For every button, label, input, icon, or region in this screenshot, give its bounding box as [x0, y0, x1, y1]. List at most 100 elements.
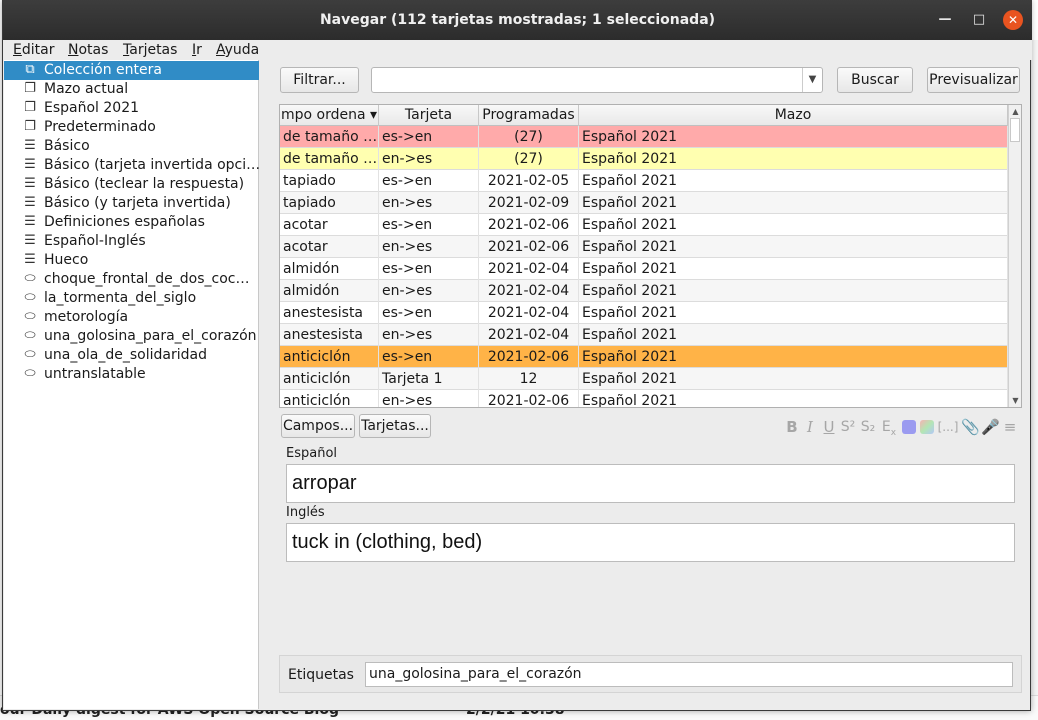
sidebar-item[interactable]: ❐ Español 2021: [4, 99, 259, 118]
sidebar-item-label: Definiciones españolas: [44, 214, 205, 230]
superscript-icon[interactable]: S²: [839, 416, 857, 438]
cards-button[interactable]: Tarjetas...: [359, 414, 431, 438]
note-type-icon: ☰: [24, 233, 36, 248]
sidebar-item[interactable]: ❐ Predeterminado: [4, 118, 259, 137]
tag-icon: ⬭: [24, 309, 36, 324]
sidebar-item-label: Español 2021: [44, 100, 140, 116]
vertical-scrollbar[interactable]: ▲ ▼: [1008, 105, 1021, 407]
bold-icon[interactable]: B: [783, 416, 801, 438]
table-row[interactable]: anestesista en->es 2021-02-04 Español 2021: [280, 324, 1008, 346]
sidebar-item[interactable]: ☰ Español-Inglés: [4, 232, 259, 251]
filter-button[interactable]: Filtrar...: [280, 67, 359, 93]
note-editor: Español arropar Inglés tuck in (clothing…: [279, 442, 1022, 652]
preview-button[interactable]: Previsualizar: [927, 67, 1020, 93]
search-input[interactable]: ▼: [371, 67, 823, 93]
table-row[interactable]: acotar es->en 2021-02-06 Español 2021: [280, 214, 1008, 236]
sidebar-item[interactable]: ⬭ una_ola_de_solidaridad: [4, 346, 259, 365]
table-row[interactable]: anestesista es->en 2021-02-04 Español 2021: [280, 302, 1008, 324]
underline-icon[interactable]: U: [821, 416, 837, 438]
menu-1[interactable]: Notas: [68, 42, 108, 58]
table-cell: anestesista: [280, 302, 379, 324]
column-header[interactable]: mpo ordena ▾: [280, 105, 379, 126]
menu-2[interactable]: Tarjetas: [123, 42, 177, 58]
search-button[interactable]: Buscar: [837, 67, 913, 93]
sidebar-item[interactable]: ⬭ una_golosina_para_el_corazón: [4, 327, 259, 346]
sidebar-item[interactable]: ☰ Básico: [4, 137, 259, 156]
column-header[interactable]: Tarjeta: [379, 105, 479, 126]
note-type-icon: ☰: [24, 138, 36, 153]
scroll-up-icon[interactable]: ▲: [1009, 105, 1021, 118]
sidebar-item[interactable]: ⬭ metorología: [4, 308, 259, 327]
cloze-icon[interactable]: [...]: [937, 416, 959, 438]
table-cell: 2021-02-06: [479, 390, 579, 407]
table-cell: (27): [479, 148, 579, 170]
table-header: mpo ordena ▾ Tarjeta Programadas Mazo: [280, 105, 1008, 126]
chevron-down-icon[interactable]: ▼: [802, 68, 822, 92]
menu-4[interactable]: Ayuda: [216, 42, 259, 58]
sidebar-item[interactable]: ☰ Básico (y tarjeta invertida): [4, 194, 259, 213]
table-row[interactable]: anticiclón es->en 2021-02-06 Español 2021: [280, 346, 1008, 368]
field-espanol[interactable]: arropar: [286, 464, 1015, 503]
minimize-button[interactable]: —: [935, 10, 955, 30]
sidebar-item[interactable]: ☰ Definiciones españolas: [4, 213, 259, 232]
italic-icon[interactable]: I: [803, 416, 817, 438]
scroll-down-icon[interactable]: ▼: [1009, 394, 1021, 407]
table-cell: Español 2021: [579, 170, 1008, 192]
table-cell: Español 2021: [579, 346, 1008, 368]
column-header[interactable]: Mazo: [579, 105, 1008, 126]
sidebar-item[interactable]: ⬭ untranslatable: [4, 365, 259, 384]
fields-button[interactable]: Campos...: [281, 414, 355, 438]
attach-icon[interactable]: 📎: [961, 416, 980, 438]
sidebar-item[interactable]: ☰ Hueco: [4, 251, 259, 270]
sidebar-item[interactable]: ⧉ Colección entera: [4, 61, 259, 80]
menu-0[interactable]: Editar: [13, 42, 54, 58]
close-button[interactable]: ✕: [1003, 10, 1023, 30]
sidebar-item[interactable]: ⬭ la_tormenta_del_siglo: [4, 289, 259, 308]
sidebar-item[interactable]: ⬭ choque_frontal_de_dos_coc…: [4, 270, 259, 289]
record-audio-icon[interactable]: 🎤: [981, 416, 1000, 438]
table-cell: anticiclón: [280, 346, 379, 368]
sidebar-item-label: Español-Inglés: [44, 233, 146, 249]
deck-icon: ❐: [24, 81, 36, 96]
table-cell: en->es: [379, 148, 479, 170]
menu-3[interactable]: Ir: [192, 42, 202, 58]
scrollbar-thumb[interactable]: [1010, 118, 1020, 142]
table-row[interactable]: de tamaño … en->es (27) Español 2021: [280, 148, 1008, 170]
sidebar-item-label: Predeterminado: [44, 119, 156, 135]
table-cell: Español 2021: [579, 192, 1008, 214]
table-row[interactable]: acotar en->es 2021-02-06 Español 2021: [280, 236, 1008, 258]
table-row[interactable]: almidón es->en 2021-02-04 Español 2021: [280, 258, 1008, 280]
highlight-color-icon[interactable]: [920, 420, 934, 434]
title-bar[interactable]: Navegar (112 tarjetas mostradas; 1 selec…: [3, 0, 1032, 40]
collection-icon: ⧉: [25, 62, 35, 77]
field-label-espanol: Español: [286, 446, 338, 461]
table-cell: de tamaño …: [280, 148, 379, 170]
sidebar-item[interactable]: ☰ Básico (teclear la respuesta): [4, 175, 259, 194]
subscript-icon[interactable]: S₂: [859, 416, 877, 438]
table-cell: Español 2021: [579, 324, 1008, 346]
table-row[interactable]: de tamaño … es->en (27) Español 2021: [280, 126, 1008, 148]
note-type-icon: ☰: [24, 214, 36, 229]
sidebar-item-label: untranslatable: [44, 366, 146, 382]
table-cell: en->es: [379, 280, 479, 302]
column-header[interactable]: Programadas: [479, 105, 579, 126]
table-row[interactable]: tapiado es->en 2021-02-05 Español 2021: [280, 170, 1008, 192]
cards-table: mpo ordena ▾ Tarjeta Programadas Mazo de ta…: [279, 104, 1022, 408]
table-cell: 2021-02-06: [479, 214, 579, 236]
table-row[interactable]: tapiado en->es 2021-02-09 Español 2021: [280, 192, 1008, 214]
note-type-icon: ☰: [24, 176, 36, 191]
table-row[interactable]: anticiclón en->es 2021-02-06 Español 2021: [280, 390, 1008, 407]
table-cell: almidón: [280, 258, 379, 280]
table-cell: 12: [479, 368, 579, 390]
clear-format-icon[interactable]: Ex: [879, 416, 899, 438]
maximize-button[interactable]: □: [969, 10, 989, 30]
text-color-icon[interactable]: [902, 420, 916, 434]
field-ingles[interactable]: tuck in (clothing, bed): [286, 523, 1015, 562]
table-row[interactable]: almidón en->es 2021-02-04 Español 2021: [280, 280, 1008, 302]
table-cell: Español 2021: [579, 214, 1008, 236]
tags-input[interactable]: una_golosina_para_el_corazón: [365, 662, 1013, 687]
table-row[interactable]: anticiclón Tarjeta 1 12 Español 2021: [280, 368, 1008, 390]
more-icon[interactable]: ≡: [1001, 416, 1019, 438]
sidebar-item[interactable]: ❐ Mazo actual: [4, 80, 259, 99]
sidebar-item[interactable]: ☰ Básico (tarjeta invertida opci…: [4, 156, 259, 175]
